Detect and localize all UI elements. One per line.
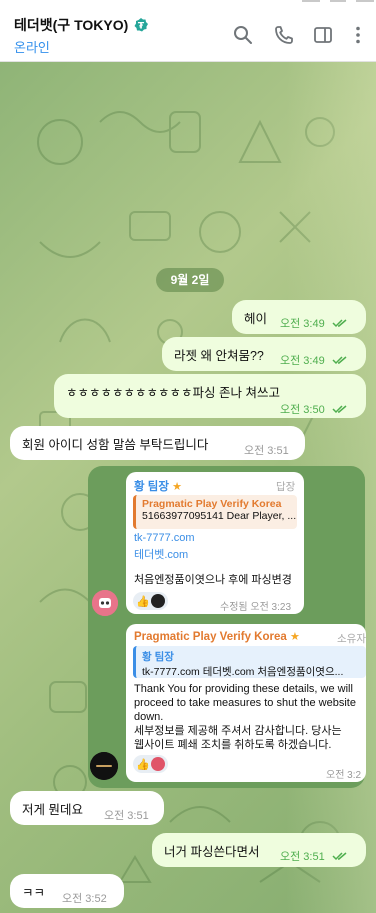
reaction[interactable]: 👍 bbox=[133, 592, 168, 610]
verified-badge-icon: ₮ bbox=[134, 18, 149, 32]
message-text: 회원 아이디 성함 말씀 부탁드립니다 bbox=[22, 438, 209, 452]
robot-avatar-icon bbox=[92, 590, 118, 616]
reaction[interactable]: 👍 bbox=[133, 755, 168, 773]
message-text-line: down. bbox=[134, 711, 164, 723]
quote-text: 51663977095141 Dear Player, ... bbox=[142, 510, 297, 522]
message-time: 오전 3:51 bbox=[104, 810, 149, 822]
message-edited-time: 수정됨 오전 3:23 bbox=[220, 602, 292, 613]
forwarded-message-card[interactable]: Pragmatic Play Verify Korea ★ 소유자 황 팀장 t… bbox=[126, 624, 366, 782]
message-outgoing[interactable]: 너거 파싱쓴다면서 오전 3:51 bbox=[152, 833, 366, 867]
message-text: ㅋㅋ bbox=[22, 886, 46, 900]
sender-name: Pragmatic Play Verify Korea ★ bbox=[134, 631, 300, 643]
thumbs-up-icon: 👍 bbox=[136, 758, 150, 771]
phone-icon[interactable] bbox=[273, 24, 295, 46]
double-check-icon bbox=[332, 356, 347, 365]
message-text-line: proceed to take measures to shut the web… bbox=[134, 697, 356, 709]
double-check-icon bbox=[332, 319, 347, 328]
message-text: ㅎㅎㅎㅎㅎㅎㅎㅎㅎㅎㅎ파싱 존나 쳐쓰고 bbox=[66, 386, 280, 400]
chat-title-row[interactable]: 테더뱃(구 TOKYO) ₮ bbox=[14, 15, 149, 35]
message-text-line: 웹사이트 폐쇄 조치를 취하도록 하겠습니다. bbox=[134, 739, 332, 751]
message-meta: 오전 3:49 bbox=[280, 352, 348, 368]
sender-tag: 소유자 bbox=[337, 633, 366, 645]
forwarded-message-card[interactable]: 황 팀장 ★ 답장 Pragmatic Play Verify Korea 51… bbox=[126, 472, 304, 614]
message-incoming[interactable]: 회원 아이디 성함 말씀 부탁드립니다 오전 3:51 bbox=[10, 426, 305, 460]
avatar[interactable] bbox=[92, 590, 118, 616]
sender-tag: 답장 bbox=[276, 481, 296, 493]
quote-text: tk-7777.com 테더벳.com 처음엔정품이엿으... bbox=[142, 666, 344, 678]
message-outgoing[interactable]: 헤이 오전 3:49 bbox=[232, 300, 366, 334]
message-text: 너거 파싱쓴다면서 bbox=[164, 845, 260, 859]
search-icon[interactable] bbox=[232, 24, 254, 46]
double-check-icon bbox=[332, 405, 347, 414]
star-icon: ★ bbox=[289, 631, 300, 643]
link[interactable]: tk-7777.com bbox=[134, 532, 195, 544]
date-divider: 9월 2일 bbox=[156, 268, 224, 292]
message-meta: 오전 3:49 bbox=[280, 315, 348, 331]
sidebar-icon[interactable] bbox=[312, 24, 334, 46]
sender-name: 황 팀장 ★ bbox=[134, 481, 183, 493]
message-incoming[interactable]: 저게 뭔데요 오전 3:51 bbox=[10, 791, 164, 825]
chat-status: 온라인 bbox=[14, 40, 50, 55]
message-meta: 오전 3:51 bbox=[280, 848, 348, 864]
message-incoming[interactable]: ㅋㅋ 오전 3:52 bbox=[10, 874, 124, 908]
message-text-line: 세부정보를 제공해 주셔서 감사합니다. 당사는 bbox=[134, 725, 342, 737]
message-time: 오전 3:2 bbox=[326, 770, 362, 781]
message-text-line: Thank You for providing these details, w… bbox=[134, 683, 353, 695]
message-meta: 오전 3:50 bbox=[280, 401, 348, 417]
thumbs-up-icon: 👍 bbox=[136, 595, 150, 608]
link[interactable]: 테더벳.com bbox=[134, 546, 188, 562]
avatar[interactable] bbox=[90, 752, 118, 780]
message-text: 처음엔정품이엿으나 후에 파싱변경 bbox=[134, 574, 292, 586]
message-text: 헤이 bbox=[244, 312, 268, 326]
reaction-avatar bbox=[150, 757, 165, 771]
message-time: 오전 3:51 bbox=[244, 445, 289, 457]
window-controls-edge bbox=[296, 0, 376, 4]
logo-avatar-icon bbox=[90, 752, 118, 780]
message-text: 라젯 왜 안쳐뭄?? bbox=[174, 349, 264, 363]
message-time: 오전 3:49 bbox=[280, 318, 325, 330]
message-outgoing[interactable]: ㅎㅎㅎㅎㅎㅎㅎㅎㅎㅎㅎ파싱 존나 쳐쓰고 오전 3:50 bbox=[54, 374, 366, 418]
double-check-icon bbox=[332, 852, 347, 861]
reply-quote[interactable]: 황 팀장 tk-7777.com 테더벳.com 처음엔정품이엿으... bbox=[133, 646, 366, 678]
message-time: 오전 3:52 bbox=[62, 893, 107, 905]
more-icon[interactable] bbox=[347, 24, 369, 46]
message-text: 저게 뭔데요 bbox=[22, 803, 83, 817]
message-time: 오전 3:49 bbox=[280, 355, 325, 367]
chat-header: 테더뱃(구 TOKYO) ₮ 온라인 bbox=[0, 0, 376, 62]
svg-text:₮: ₮ bbox=[138, 22, 145, 32]
chat-title[interactable]: 테더뱃(구 TOKYO) bbox=[14, 15, 128, 35]
message-time: 오전 3:51 bbox=[280, 851, 325, 863]
star-icon: ★ bbox=[172, 481, 183, 493]
quote-title: 황 팀장 bbox=[142, 651, 174, 663]
quote-title: Pragmatic Play Verify Korea bbox=[142, 498, 282, 510]
message-outgoing[interactable]: 라젯 왜 안쳐뭄?? 오전 3:49 bbox=[162, 337, 366, 371]
reply-quote[interactable]: Pragmatic Play Verify Korea 516639770951… bbox=[133, 495, 297, 529]
reaction-avatar bbox=[150, 594, 165, 608]
message-time: 오전 3:50 bbox=[280, 404, 325, 416]
